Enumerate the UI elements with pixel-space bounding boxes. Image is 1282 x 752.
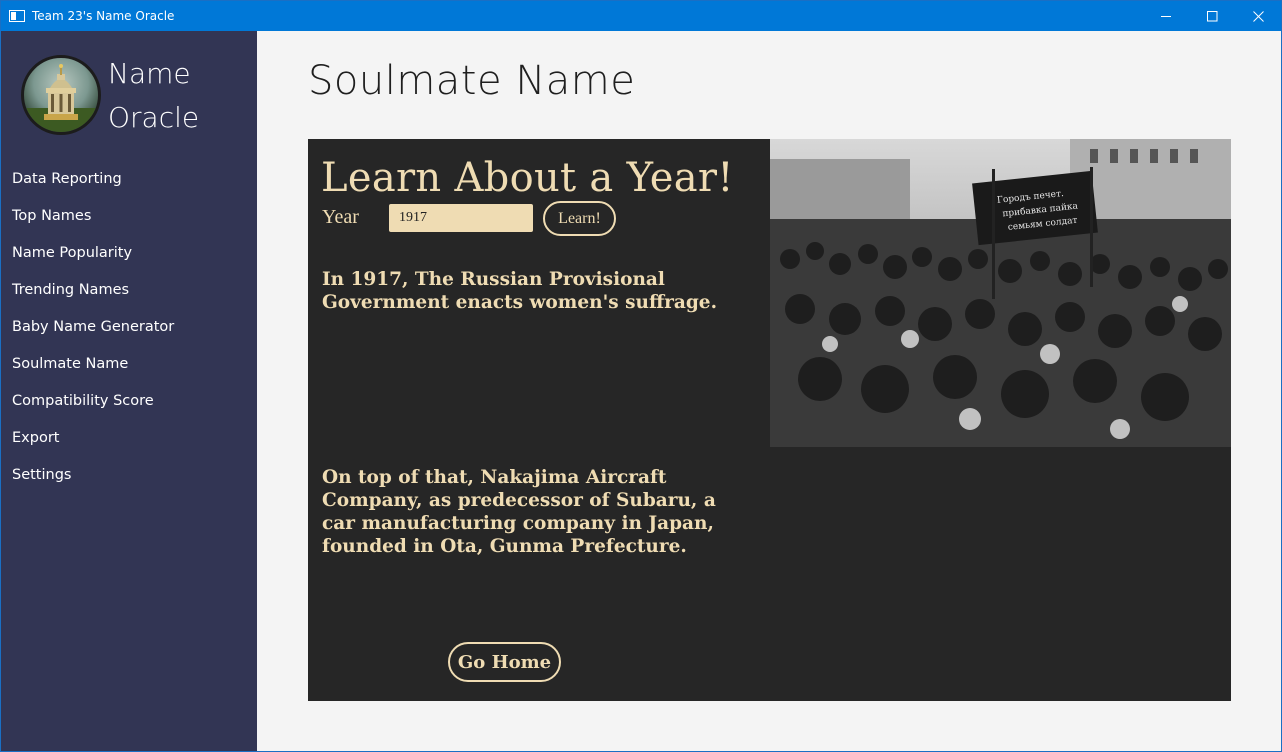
year-input[interactable] [389, 204, 533, 232]
maximize-button[interactable] [1189, 1, 1235, 31]
close-icon [1252, 10, 1264, 22]
sidebar-item-settings[interactable]: Settings [1, 457, 257, 494]
learn-year-panel: Learn About a Year! Year Learn! In 1917,… [308, 139, 1231, 701]
sidebar: Name Oracle Data Reporting Top Names Nam… [1, 31, 257, 751]
sidebar-item-export[interactable]: Export [1, 420, 257, 457]
learn-button[interactable]: Learn! [543, 201, 616, 236]
sidebar-item-trending-names[interactable]: Trending Names [1, 272, 257, 309]
go-home-button[interactable]: Go Home [448, 642, 561, 682]
window-title: Team 23's Name Oracle [32, 9, 175, 23]
sidebar-item-name-popularity[interactable]: Name Popularity [1, 235, 257, 272]
brand-line-1: Name [108, 57, 191, 90]
minimize-icon [1160, 15, 1171, 17]
fact-text-secondary: On top of that, Nakajima Aircraft Compan… [322, 467, 716, 557]
brand: Name Oracle [21, 55, 199, 140]
historical-photo: Городъ печет. прибавка пайка семьям солд… [770, 139, 1231, 447]
sidebar-item-soulmate-name[interactable]: Soulmate Name [1, 346, 257, 383]
page-title: Soulmate Name [308, 58, 636, 104]
brand-line-2: Oracle [108, 101, 200, 134]
sidebar-item-baby-name-generator[interactable]: Baby Name Generator [1, 309, 257, 346]
maximize-icon [1206, 10, 1217, 21]
logo [21, 55, 101, 135]
app-window: Team 23's Name Oracle Name Oracle Data R… [0, 0, 1282, 752]
sidebar-nav: Data Reporting Top Names Name Popularity… [1, 161, 257, 494]
crowd-photo-image: Городъ печет. прибавка пайка семьям солд… [770, 139, 1231, 447]
panel-heading: Learn About a Year! [321, 155, 734, 201]
app-icon [9, 10, 25, 22]
window-controls [1143, 1, 1281, 31]
main-content: Soulmate Name Learn About a Year! Year L… [257, 31, 1281, 751]
brand-name: Name Oracle [108, 52, 199, 140]
title-bar[interactable]: Team 23's Name Oracle [1, 1, 1281, 31]
sidebar-item-data-reporting[interactable]: Data Reporting [1, 161, 257, 198]
fact-text-primary: In 1917, The Russian Provisional Governm… [322, 269, 718, 313]
year-label: Year [322, 206, 359, 228]
sidebar-item-compatibility-score[interactable]: Compatibility Score [1, 383, 257, 420]
close-button[interactable] [1235, 1, 1281, 31]
sidebar-item-top-names[interactable]: Top Names [1, 198, 257, 235]
minimize-button[interactable] [1143, 1, 1189, 31]
